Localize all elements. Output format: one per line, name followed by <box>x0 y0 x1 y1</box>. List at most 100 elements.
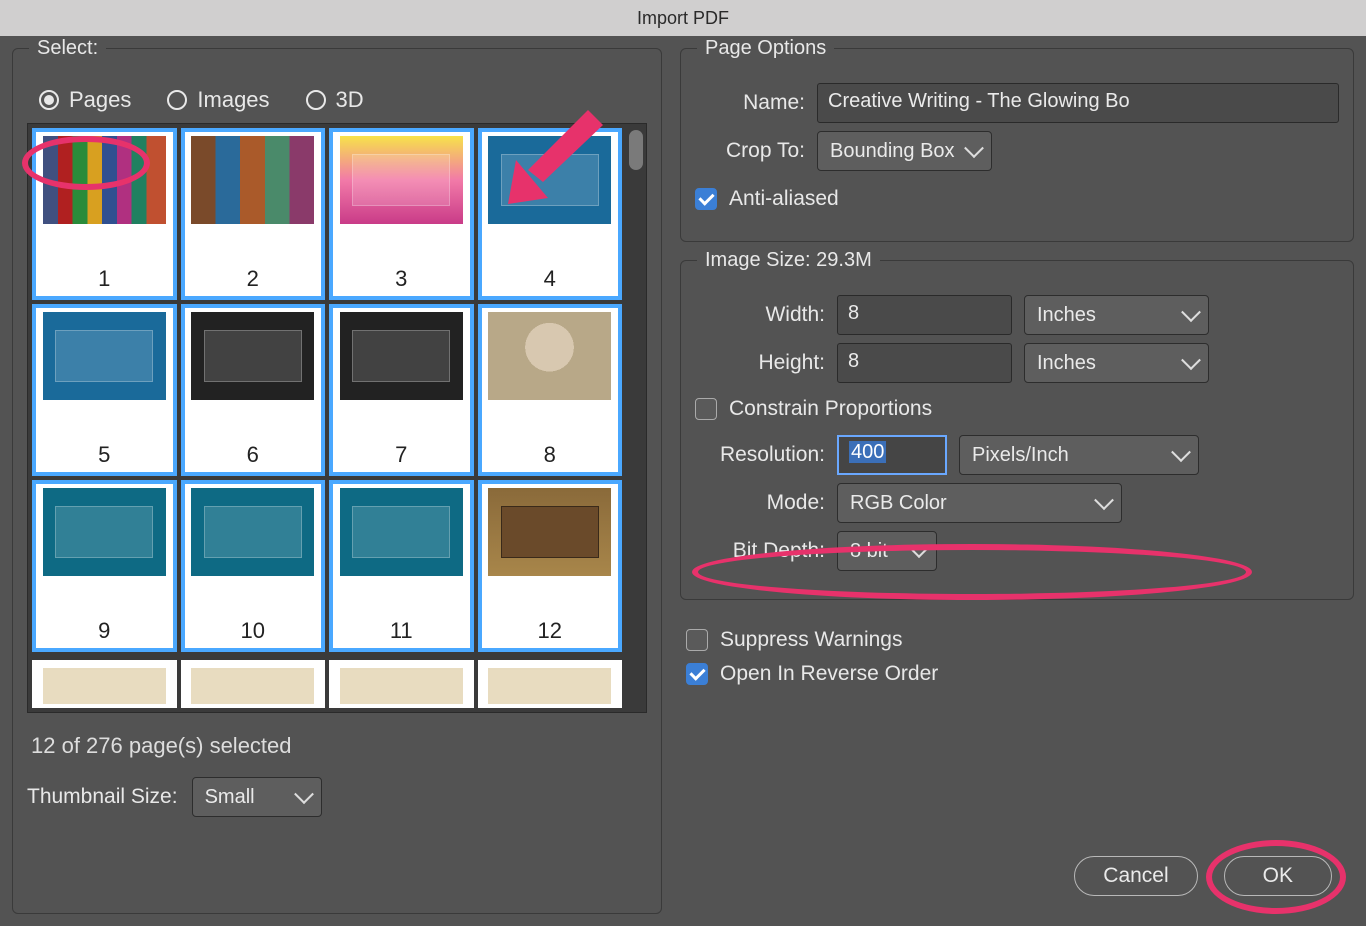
page-number: 4 <box>544 266 556 292</box>
name-field[interactable]: Creative Writing - The Glowing Bo <box>817 83 1339 123</box>
thumbnail-image <box>43 668 166 704</box>
radio-dot-icon <box>306 90 326 110</box>
page-options-legend: Page Options <box>697 37 834 60</box>
page-number: 3 <box>395 266 407 292</box>
page-number: 8 <box>544 442 556 468</box>
thumbnail-image <box>488 488 611 576</box>
radio-3d[interactable]: 3D <box>306 87 364 113</box>
thumbnail-image <box>191 488 314 576</box>
page-number: 12 <box>538 618 562 644</box>
thumbnail-image <box>488 668 611 704</box>
height-label: Height: <box>695 351 825 375</box>
select-legend: Select: <box>29 37 106 60</box>
selection-status: 12 of 276 page(s) selected <box>31 733 647 759</box>
resolution-unit-value: Pixels/Inch <box>972 444 1069 467</box>
crop-to-value: Bounding Box <box>830 140 955 163</box>
thumbnail-image <box>340 136 463 224</box>
ok-button-label: OK <box>1263 864 1293 887</box>
antialiased-checkbox[interactable] <box>695 188 717 210</box>
page-number: 1 <box>98 266 110 292</box>
height-unit-dropdown[interactable]: Inches <box>1024 343 1209 383</box>
radio-dot-icon <box>39 90 59 110</box>
mode-label: Mode: <box>695 491 825 515</box>
scrollbar-track[interactable] <box>629 130 643 706</box>
thumbnail-image <box>340 488 463 576</box>
radio-3d-label: 3D <box>336 87 364 113</box>
bitdepth-dropdown[interactable]: 8 bit <box>837 531 937 571</box>
page-thumbnail-7[interactable]: 7 <box>329 304 474 476</box>
page-thumbnail-11[interactable]: 11 <box>329 480 474 652</box>
image-size-legend: Image Size: 29.3M <box>697 249 880 272</box>
bitdepth-value: 8 bit <box>850 540 888 563</box>
annotation-arrow-icon <box>488 100 608 220</box>
image-size-panel: Image Size: 29.3M Width: 8 Inches Height… <box>680 260 1354 600</box>
thumbnail-image <box>43 312 166 400</box>
scrollbar-thumb[interactable] <box>629 130 643 170</box>
page-number: 2 <box>247 266 259 292</box>
height-unit-value: Inches <box>1037 352 1096 375</box>
resolution-field[interactable]: 400 <box>837 435 947 475</box>
page-options-panel: Page Options Name: Creative Writing - Th… <box>680 48 1354 242</box>
thumbnail-grid-overflow <box>28 656 646 712</box>
page-number: 6 <box>247 442 259 468</box>
crop-to-label: Crop To: <box>695 139 805 163</box>
radio-images-label: Images <box>197 87 269 113</box>
thumbnail-image <box>488 312 611 400</box>
thumbnail-size-label: Thumbnail Size: <box>27 785 178 809</box>
constrain-proportions-checkbox[interactable] <box>695 398 717 420</box>
constrain-proportions-label: Constrain Proportions <box>729 397 932 421</box>
width-field[interactable]: 8 <box>837 295 1012 335</box>
height-field[interactable]: 8 <box>837 343 1012 383</box>
thumbnail-size-dropdown[interactable]: Small <box>192 777 322 817</box>
page-thumbnail-12[interactable]: 12 <box>478 480 623 652</box>
radio-dot-icon <box>167 90 187 110</box>
radio-pages[interactable]: Pages <box>39 87 131 113</box>
ok-button[interactable]: OK <box>1224 856 1332 896</box>
bitdepth-label: Bit Depth: <box>695 539 825 563</box>
page-thumbnail-10[interactable]: 10 <box>181 480 326 652</box>
page-thumbnail-2[interactable]: 2 <box>181 128 326 300</box>
radio-images[interactable]: Images <box>167 87 269 113</box>
cancel-button[interactable]: Cancel <box>1074 856 1197 896</box>
page-thumbnail-3[interactable]: 3 <box>329 128 474 300</box>
thumbnail-image <box>191 136 314 224</box>
mode-value: RGB Color <box>850 492 947 515</box>
height-value: 8 <box>848 350 859 372</box>
open-reverse-order-label: Open In Reverse Order <box>720 662 938 686</box>
page-thumbnail-6[interactable]: 6 <box>181 304 326 476</box>
dialog-button-row: Cancel OK <box>1074 856 1332 896</box>
width-label: Width: <box>695 303 825 327</box>
page-thumbnail-1[interactable]: 1 <box>32 128 177 300</box>
resolution-value: 400 <box>849 441 886 463</box>
thumbnail-image <box>43 136 166 224</box>
width-value: 8 <box>848 302 859 324</box>
mode-dropdown[interactable]: RGB Color <box>837 483 1122 523</box>
page-number: 11 <box>390 618 413 644</box>
thumbnail-image <box>340 312 463 400</box>
page-thumbnail-9[interactable]: 9 <box>32 480 177 652</box>
thumbnail-size-value: Small <box>205 786 255 809</box>
page-thumbnail-13[interactable] <box>32 660 177 708</box>
window-title: Import PDF <box>637 8 729 29</box>
page-number: 7 <box>395 442 407 468</box>
page-thumbnail-14[interactable] <box>181 660 326 708</box>
resolution-label: Resolution: <box>695 443 825 467</box>
thumbnail-image <box>191 668 314 704</box>
page-number: 9 <box>98 618 110 644</box>
window-titlebar: Import PDF <box>0 0 1366 36</box>
page-number: 5 <box>98 442 110 468</box>
suppress-warnings-checkbox[interactable] <box>686 629 708 651</box>
name-label: Name: <box>695 91 805 115</box>
open-reverse-order-checkbox[interactable] <box>686 663 708 685</box>
name-value: Creative Writing - The Glowing Bo <box>828 90 1130 112</box>
crop-to-dropdown[interactable]: Bounding Box <box>817 131 992 171</box>
width-unit-dropdown[interactable]: Inches <box>1024 295 1209 335</box>
resolution-unit-dropdown[interactable]: Pixels/Inch <box>959 435 1199 475</box>
page-thumbnail-16[interactable] <box>478 660 623 708</box>
thumbnail-image <box>191 312 314 400</box>
page-thumbnail-5[interactable]: 5 <box>32 304 177 476</box>
page-number: 10 <box>241 618 265 644</box>
page-thumbnail-15[interactable] <box>329 660 474 708</box>
antialiased-label: Anti-aliased <box>729 187 839 211</box>
page-thumbnail-8[interactable]: 8 <box>478 304 623 476</box>
